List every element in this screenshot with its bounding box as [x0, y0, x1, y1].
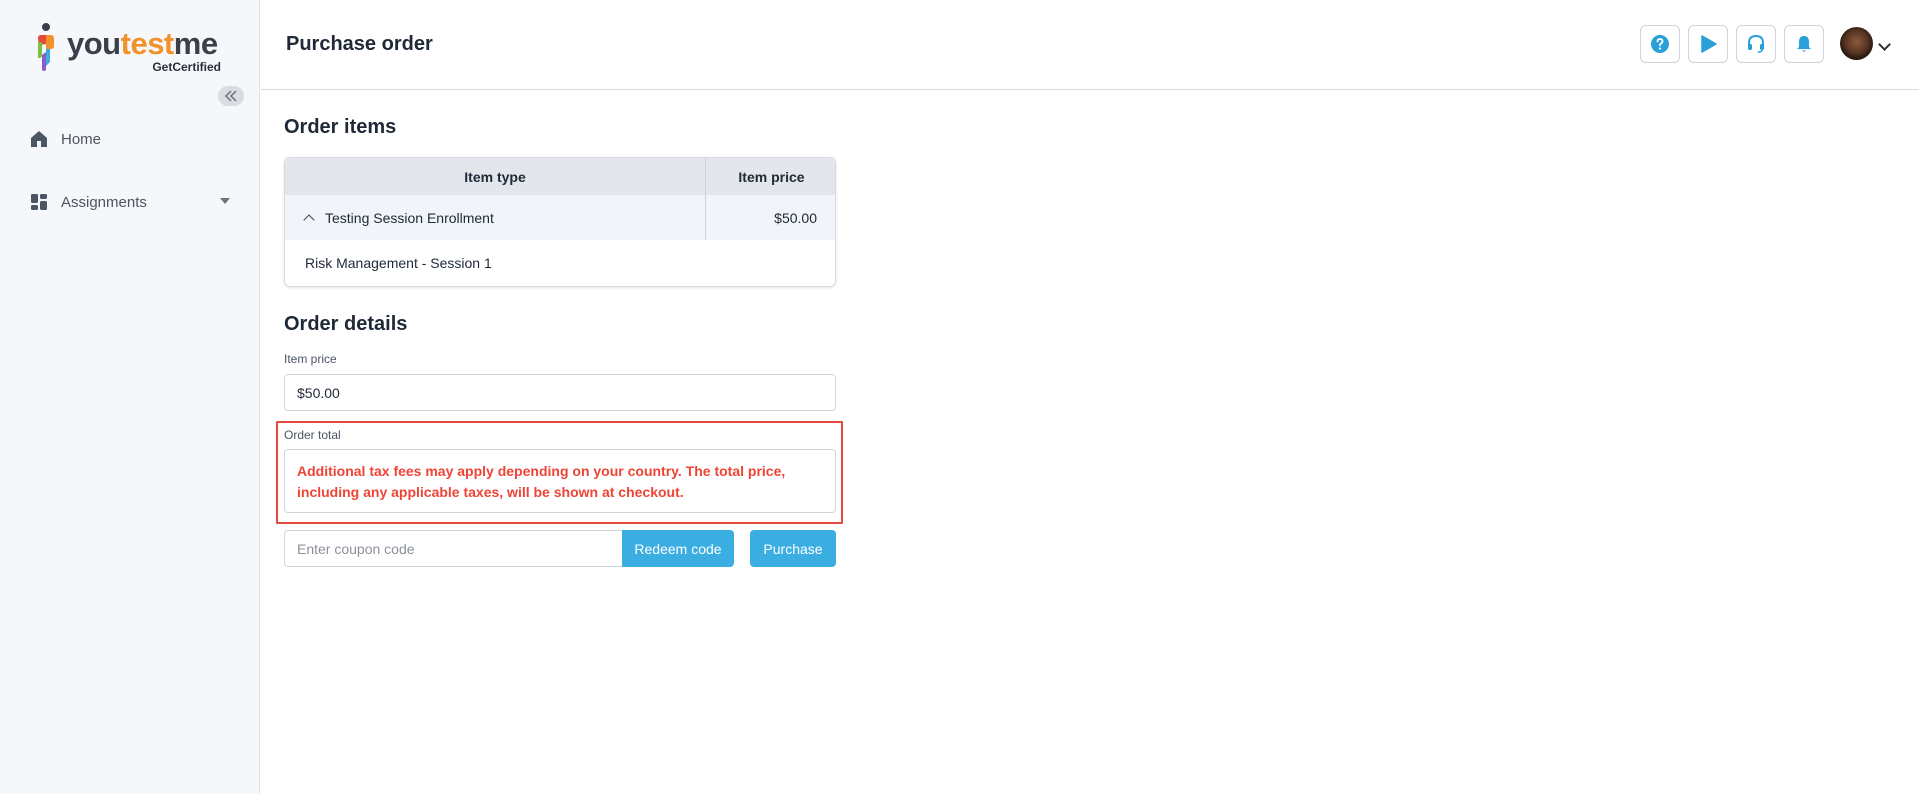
play-icon — [1701, 35, 1717, 53]
order-total-label: Order total — [284, 428, 341, 442]
item-price-field: $50.00 — [284, 374, 836, 411]
purchase-button[interactable]: Purchase — [750, 530, 836, 567]
brand-wordmark: youtestme — [67, 26, 218, 61]
sidebar-item-home[interactable]: Home — [30, 124, 101, 154]
collapse-sidebar-button[interactable] — [218, 86, 244, 106]
coupon-code-input[interactable] — [284, 530, 623, 567]
logo-mark-icon — [38, 23, 54, 71]
chevron-up-icon[interactable] — [303, 213, 315, 226]
redeem-code-button[interactable]: Redeem code — [622, 530, 734, 567]
chevron-down-icon[interactable] — [220, 198, 230, 204]
table-header: Item type Item price — [285, 158, 835, 195]
user-avatar[interactable] — [1840, 27, 1873, 60]
help-icon — [1651, 35, 1669, 53]
sidebar-item-label: Home — [61, 130, 102, 148]
item-price-cell: $50.00 — [705, 195, 835, 240]
page-title: Purchase order — [286, 33, 433, 55]
notifications-button[interactable] — [1784, 25, 1824, 63]
dashboard-icon — [31, 194, 47, 210]
bell-icon — [1797, 36, 1811, 52]
item-type-value: Testing Session Enrollment — [325, 209, 494, 226]
headset-icon — [1748, 34, 1764, 53]
item-detail-row: Risk Management - Session 1 — [305, 255, 492, 271]
support-button[interactable] — [1736, 25, 1776, 63]
play-tutorial-button[interactable] — [1688, 25, 1728, 63]
help-button[interactable] — [1640, 25, 1680, 63]
item-price-label: Item price — [284, 352, 337, 366]
brand-logo[interactable]: youtestme GetCertified — [33, 22, 233, 76]
column-header-item-type: Item type — [464, 168, 526, 185]
order-items-table: Item type Item price Testing Session Enr… — [284, 157, 836, 287]
double-chevron-left-icon — [224, 90, 237, 102]
brand-subtitle: GetCertified — [152, 60, 221, 74]
sidebar-item-label: Assignments — [61, 193, 147, 211]
item-type-cell: Testing Session Enrollment — [303, 195, 494, 240]
sidebar: youtestme GetCertified Home Assignments — [0, 0, 260, 794]
home-icon — [31, 131, 47, 147]
order-details-heading: Order details — [284, 313, 408, 335]
order-total-notice: Additional tax fees may apply depending … — [284, 449, 836, 513]
column-header-item-price: Item price — [705, 158, 835, 195]
table-row[interactable]: Testing Session Enrollment $50.00 — [285, 195, 835, 240]
order-items-heading: Order items — [284, 116, 397, 138]
sidebar-item-assignments[interactable]: Assignments — [30, 187, 230, 217]
